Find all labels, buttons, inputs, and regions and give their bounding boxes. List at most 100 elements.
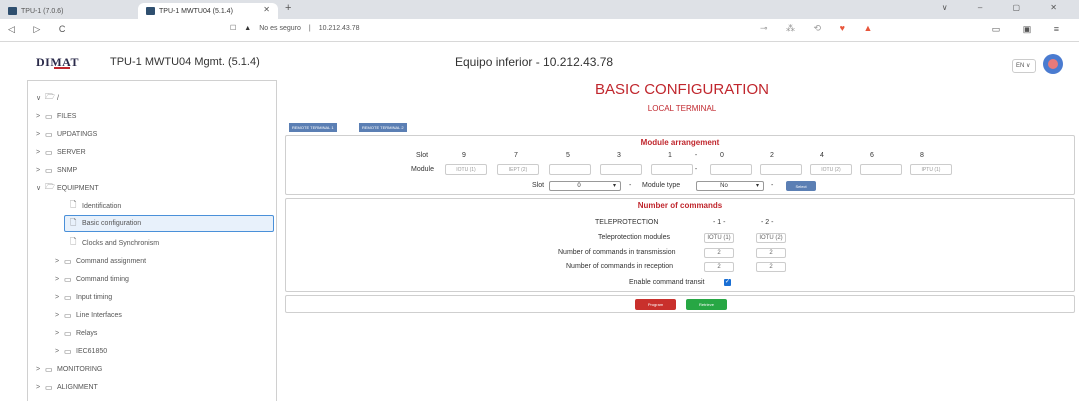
folder-icon: ▭ xyxy=(45,364,53,374)
tree-root[interactable]: ∨ 🗁 / xyxy=(36,91,59,105)
module-slot-5[interactable] xyxy=(549,164,591,175)
tree-item-clocks[interactable]: 🗋 Clocks and Synchronism xyxy=(70,236,159,250)
dimat-logo: DIMAT xyxy=(36,55,79,70)
module-slot-9[interactable]: IOTU (1) xyxy=(445,164,487,175)
document-icon: 🗋 xyxy=(70,217,77,227)
tree-item-command-timing[interactable]: > ▭ Command timing xyxy=(55,272,129,286)
brave-shield-icon[interactable]: ♥ xyxy=(840,23,853,33)
folder-icon: ▭ xyxy=(45,129,53,139)
tx-commands-label: Number of commands in transmission xyxy=(558,249,676,256)
module-slot-7[interactable]: IEPT (2) xyxy=(497,164,539,175)
tree-label: Line Interfaces xyxy=(76,311,122,319)
tx-commands-2-input[interactable]: 2 xyxy=(756,248,786,258)
remote-terminal-1-button[interactable]: REMOTE TERMINAL 1 xyxy=(289,123,337,132)
tree-item-files[interactable]: > ▭ FILES xyxy=(36,109,76,123)
slot-number: 6 xyxy=(870,152,874,159)
tree-label: Basic configuration xyxy=(82,220,142,227)
tree-item-command-assignment[interactable]: > ▭ Command assignment xyxy=(55,254,146,268)
user-avatar[interactable] xyxy=(1043,54,1063,74)
avatar-icon xyxy=(1048,59,1058,69)
tree-item-alignment[interactable]: > ▭ ALIGNMENT xyxy=(36,380,98,394)
document-icon: 🗋 xyxy=(70,200,77,209)
rx-commands-1-input[interactable]: 2 xyxy=(704,262,734,272)
tree-item-iec61850[interactable]: > ▭ IEC61850 xyxy=(55,344,107,358)
navigation-buttons[interactable]: ◁ ▷ C xyxy=(8,24,73,35)
tree-item-monitoring[interactable]: > ▭ MONITORING xyxy=(36,362,102,376)
security-label: No es seguro xyxy=(259,24,301,32)
logo-underline xyxy=(54,67,70,69)
tab-mwtu04[interactable]: TPU-1 MWTU04 (5.1.4) ✕ xyxy=(138,3,278,19)
folder-icon: ▭ xyxy=(45,111,53,121)
actions-panel: Program Retrieve xyxy=(285,295,1075,313)
new-tab-button[interactable]: + xyxy=(285,2,291,14)
chevron-icon: > xyxy=(36,166,41,174)
chevron-down-icon: ▾ xyxy=(612,183,616,189)
tree-item-relays[interactable]: > ▭ Relays xyxy=(55,326,97,340)
tree-label: SERVER xyxy=(57,148,86,156)
module-slot-8[interactable]: IPTU (1) xyxy=(910,164,952,175)
command-transit-checkbox[interactable]: ✓ xyxy=(724,279,731,286)
slot-number: 9 xyxy=(462,152,466,159)
dash-separator: - xyxy=(771,182,774,189)
select-button[interactable]: Select xyxy=(786,181,816,191)
app-header: DIMAT TPU-1 MWTU04 Mgmt. (5.1.4) Equipo … xyxy=(0,42,1079,80)
tab-tpu1[interactable]: TPU-1 (7.0.6) xyxy=(0,3,135,19)
tree-item-equipment[interactable]: ∨ 🗁 EQUIPMENT xyxy=(36,181,99,195)
folder-open-icon: 🗁 xyxy=(45,182,55,191)
device-title: Equipo inferior - 10.212.43.78 xyxy=(455,55,614,69)
slot-number: 2 xyxy=(770,152,774,159)
program-button[interactable]: Program xyxy=(635,299,676,310)
chevron-icon: > xyxy=(55,293,60,301)
module-slot-2[interactable] xyxy=(760,164,802,175)
module-slot-6[interactable] xyxy=(860,164,902,175)
browser-menu-icons[interactable]: ▭ ▣ ≡ xyxy=(992,24,1069,35)
tree-label: SNMP xyxy=(57,166,78,174)
brave-rewards-icon[interactable]: ▲ xyxy=(863,23,880,33)
folder-icon: ▭ xyxy=(64,292,72,302)
tree-item-basic-configuration[interactable]: 🗋 Basic configuration xyxy=(64,215,274,232)
tree-item-snmp[interactable]: > ▭ SNMP xyxy=(36,163,77,177)
warning-icon: ▲ xyxy=(244,24,252,32)
remote-terminal-2-button[interactable]: REMOTE TERMINAL 2 xyxy=(359,123,407,132)
app-title: TPU-1 MWTU04 Mgmt. (5.1.4) xyxy=(110,56,260,68)
close-tab-icon[interactable]: ✕ xyxy=(263,5,270,14)
tree-item-server[interactable]: > ▭ SERVER xyxy=(36,145,86,159)
bookmark-icon[interactable]: ☐ xyxy=(230,24,236,32)
tp-module-1: IOTU (1) xyxy=(704,233,734,243)
page-subtitle: LOCAL TERMINAL xyxy=(647,104,717,113)
tree-label: ALIGNMENT xyxy=(57,383,98,391)
url-field[interactable]: ☐ ▲ No es seguro | 10.212.43.78 xyxy=(230,24,360,33)
window-controls[interactable]: ∨ – ▢ ✕ xyxy=(942,3,1071,12)
tree-item-input-timing[interactable]: > ▭ Input timing xyxy=(55,290,112,304)
tree-item-identification[interactable]: 🗋 Identification xyxy=(70,199,121,213)
chevron-icon: ∨ xyxy=(36,185,42,192)
chevron-icon: ∨ xyxy=(36,95,42,102)
tree-label: / xyxy=(57,94,59,102)
rx-commands-2-input[interactable]: 2 xyxy=(756,262,786,272)
module-slot-0[interactable] xyxy=(710,164,752,175)
tree-label: MONITORING xyxy=(57,365,103,373)
number-of-commands-panel: Number of commands TELEPROTECTION - 1 - … xyxy=(285,198,1075,292)
tx-commands-1-input[interactable]: 2 xyxy=(704,248,734,258)
slot-number: 3 xyxy=(617,152,621,159)
tree-item-updatings[interactable]: > ▭ UPDATINGS xyxy=(36,127,97,141)
slot-row-label: Slot xyxy=(416,152,429,159)
tree-item-line-interfaces[interactable]: > ▭ Line Interfaces xyxy=(55,308,122,322)
folder-icon: ▭ xyxy=(64,256,72,266)
folder-icon: ▭ xyxy=(64,274,72,284)
slot-select-label: Slot xyxy=(532,182,545,189)
slot-number: 4 xyxy=(820,152,824,159)
retrieve-button[interactable]: Retrieve xyxy=(686,299,727,310)
extension-icons[interactable]: ⊸ ⁂ ⟲ ♥ ▲ xyxy=(760,23,880,34)
page-title: BASIC CONFIGURATION xyxy=(595,81,769,98)
dash-separator: - xyxy=(629,182,632,189)
tree-label: Relays xyxy=(76,329,98,337)
chevron-icon: > xyxy=(36,365,41,373)
slot-select[interactable]: 0 ▾ xyxy=(549,181,621,191)
language-select[interactable]: EN ∨ xyxy=(1012,59,1036,73)
module-type-select[interactable]: No ▾ xyxy=(696,181,764,191)
module-slot-4[interactable]: IOTU (2) xyxy=(810,164,852,175)
module-slot-3[interactable] xyxy=(600,164,642,175)
url-text: 10.212.43.78 xyxy=(318,24,360,32)
document-icon: 🗋 xyxy=(70,237,77,246)
